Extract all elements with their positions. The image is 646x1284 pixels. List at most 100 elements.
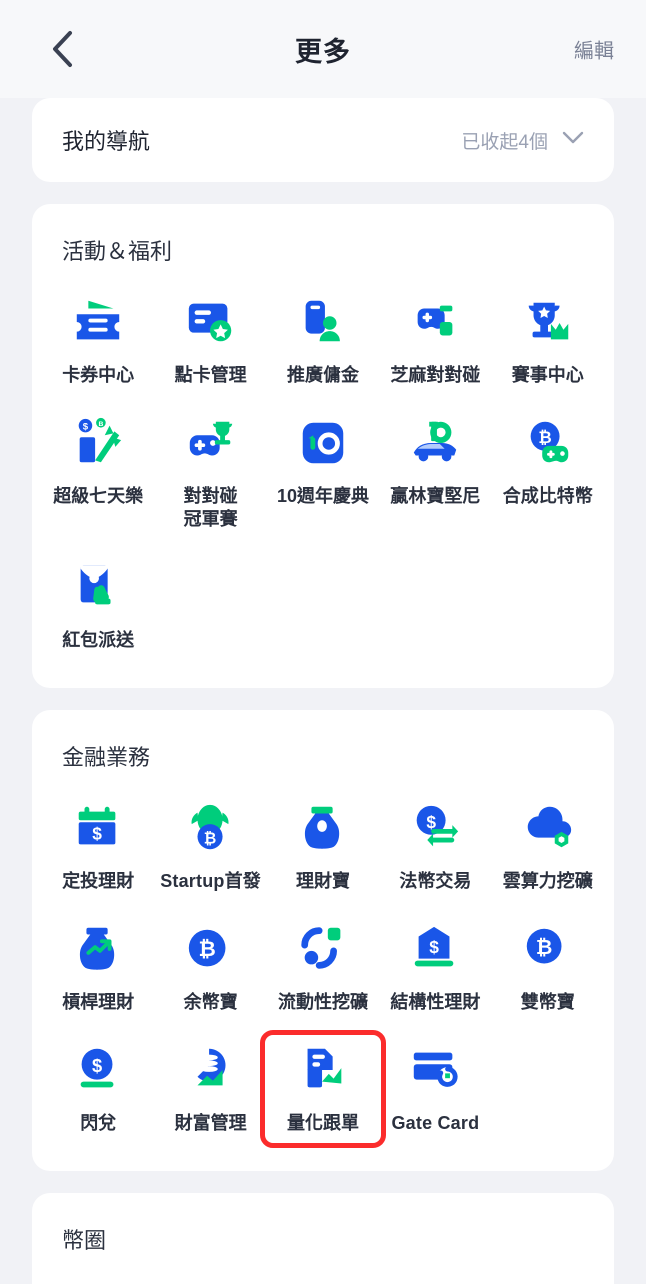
- leverage-bag-icon: [70, 921, 126, 977]
- tile-label: 贏林寶堅尼: [390, 486, 481, 507]
- svg-text:$: $: [83, 422, 89, 433]
- gamepad-match-icon: [407, 294, 463, 350]
- tile-label: 理財寶: [295, 871, 350, 892]
- svg-text:₿: ₿: [198, 938, 215, 961]
- tile-label: 點卡管理: [174, 365, 247, 385]
- tile-label: 余幣寶: [183, 992, 238, 1013]
- dual-currency-icon: ₿: [520, 921, 576, 977]
- edit-button[interactable]: 編輯: [574, 35, 614, 64]
- ticket-icon: [70, 294, 126, 350]
- my-nav-title: 我的導航: [62, 129, 151, 154]
- grid-tile[interactable]: 推廣傭金: [267, 280, 379, 397]
- flash-swap-icon: $: [70, 1042, 126, 1098]
- tile-label: 推廣傭金: [286, 365, 359, 385]
- money-gift-icon: $ B: [70, 415, 126, 471]
- tile-label: 流動性挖礦: [277, 992, 368, 1013]
- tile-grid: 卡券中心 點卡管理 推廣傭金 芝麻對對碰 賽事中心 $ B 超級七天樂 對對碰 …: [32, 266, 614, 688]
- grid-tile[interactable]: 雲算力挖礦: [492, 786, 604, 903]
- page-header: 更多 編輯: [0, 0, 646, 98]
- sports-car-icon: [407, 415, 463, 471]
- grid-tile[interactable]: [267, 1269, 379, 1284]
- grid-tile[interactable]: ₿ 雙幣寶: [492, 907, 604, 1024]
- tile-label: Gate Card: [391, 1113, 480, 1134]
- grid-tile[interactable]: [154, 1269, 266, 1284]
- svg-text:$: $: [92, 1055, 102, 1076]
- wealth-management-icon: [183, 1042, 239, 1098]
- grid-tile[interactable]: $ 結構性理財: [379, 907, 491, 1024]
- tile-label: 卡券中心: [62, 365, 135, 385]
- copy-trading-icon: [295, 1042, 351, 1098]
- startup-rocket-icon: ₿: [183, 800, 239, 856]
- grid-tile[interactable]: 賽事中心: [492, 280, 604, 397]
- grid-tile[interactable]: 量化跟單: [267, 1028, 379, 1145]
- grid-tile[interactable]: 財富管理: [154, 1028, 266, 1145]
- grid-tile[interactable]: ₿ 余幣寶: [154, 907, 266, 1024]
- chevron-down-icon: [562, 131, 584, 150]
- grid-tile[interactable]: Gate Card: [379, 1028, 491, 1145]
- tile-label: 超級七天樂: [53, 486, 144, 507]
- tile-label: 槓桿理財: [62, 992, 135, 1013]
- gate-card-icon: [407, 1042, 463, 1098]
- tile-label: Startup首發: [160, 871, 261, 892]
- svg-text:$: $: [92, 824, 102, 844]
- my-nav-toggle[interactable]: 已收起4個: [461, 127, 584, 154]
- cloud-mining-icon: [520, 800, 576, 856]
- tile-grid: $ 定投理財 ₿ Startup首發 理財寶 $ 法幣交易 雲算力挖礦 槓桿理財 ₿…: [32, 772, 614, 1171]
- grid-tile[interactable]: ₿ 合成比特幣: [492, 401, 604, 541]
- sections-container: 活動＆福利 卡券中心 點卡管理 推廣傭金 芝麻對對碰 賽事中心 $ B 超級七天…: [0, 204, 646, 1284]
- grid-tile[interactable]: 紅包派送: [42, 545, 154, 662]
- trophy-crown-icon: [520, 294, 576, 350]
- gamepad-trophy-icon: [183, 415, 239, 471]
- grid-tile[interactable]: 點卡管理: [154, 280, 266, 397]
- tile-label: 閃兌: [80, 1113, 117, 1134]
- tile-label: 對對碰 冠軍賽: [183, 486, 238, 530]
- grid-tile[interactable]: 流動性挖礦: [267, 907, 379, 1024]
- grid-tile[interactable]: [379, 1269, 491, 1284]
- grid-tile[interactable]: $ 定投理財: [42, 786, 154, 903]
- my-nav-collapsed-count: 已收起4個: [461, 131, 548, 153]
- grid-tile[interactable]: 卡券中心: [42, 280, 154, 397]
- my-nav-card[interactable]: 我的導航 已收起4個: [32, 98, 614, 182]
- fiat-exchange-icon: $: [407, 800, 463, 856]
- money-bag-icon: [295, 800, 351, 856]
- grid-tile[interactable]: 對對碰 冠軍賽: [154, 401, 266, 541]
- svg-text:$: $: [430, 937, 440, 957]
- tile-label: 合成比特幣: [502, 486, 593, 507]
- grid-tile[interactable]: $ 閃兌: [42, 1028, 154, 1145]
- tile-label: 芝麻對對碰: [390, 365, 481, 385]
- grid-tile[interactable]: 10週年慶典: [267, 401, 379, 541]
- section-card: 活動＆福利 卡券中心 點卡管理 推廣傭金 芝麻對對碰 賽事中心 $ B 超級七天…: [32, 204, 614, 689]
- grid-tile[interactable]: [42, 1269, 154, 1284]
- tile-label: 財富管理: [174, 1113, 247, 1134]
- grid-tile[interactable]: 理財寶: [267, 786, 379, 903]
- tile-label: 賽事中心: [511, 365, 584, 385]
- page-title: 更多: [295, 36, 351, 67]
- tile-label: 10週年慶典: [276, 486, 369, 507]
- card-star-icon: [183, 294, 239, 350]
- btc-game-icon: ₿: [520, 415, 576, 471]
- tile-label: 法幣交易: [399, 871, 472, 892]
- tile-label: 量化跟單: [286, 1113, 359, 1134]
- svg-text:₿: ₿: [203, 831, 216, 848]
- section-card: 幣圈: [32, 1193, 614, 1284]
- tile-label: 雲算力挖礦: [502, 871, 593, 892]
- referral-person-icon: [295, 294, 351, 350]
- grid-tile[interactable]: 贏林寶堅尼: [379, 401, 491, 541]
- grid-tile[interactable]: $ B 超級七天樂: [42, 401, 154, 541]
- grid-tile[interactable]: [492, 1269, 604, 1284]
- structured-finance-icon: $: [407, 921, 463, 977]
- calendar-dollar-icon: $: [70, 800, 126, 856]
- tile-label: 結構性理財: [390, 992, 481, 1013]
- tile-grid: [32, 1255, 614, 1284]
- grid-tile[interactable]: 槓桿理財: [42, 907, 154, 1024]
- red-packet-icon: [70, 559, 126, 615]
- grid-tile[interactable]: $ 法幣交易: [379, 786, 491, 903]
- section-title: 活動＆福利: [62, 239, 173, 264]
- tile-label: 紅包派送: [62, 630, 135, 651]
- section-title: 幣圈: [62, 1228, 107, 1254]
- svg-text:₿: ₿: [536, 937, 553, 959]
- tile-label: 雙幣寶: [520, 992, 575, 1013]
- grid-tile[interactable]: 芝麻對對碰: [379, 280, 491, 397]
- grid-tile[interactable]: ₿ Startup首發: [154, 786, 266, 903]
- btc-savings-icon: ₿: [183, 921, 239, 977]
